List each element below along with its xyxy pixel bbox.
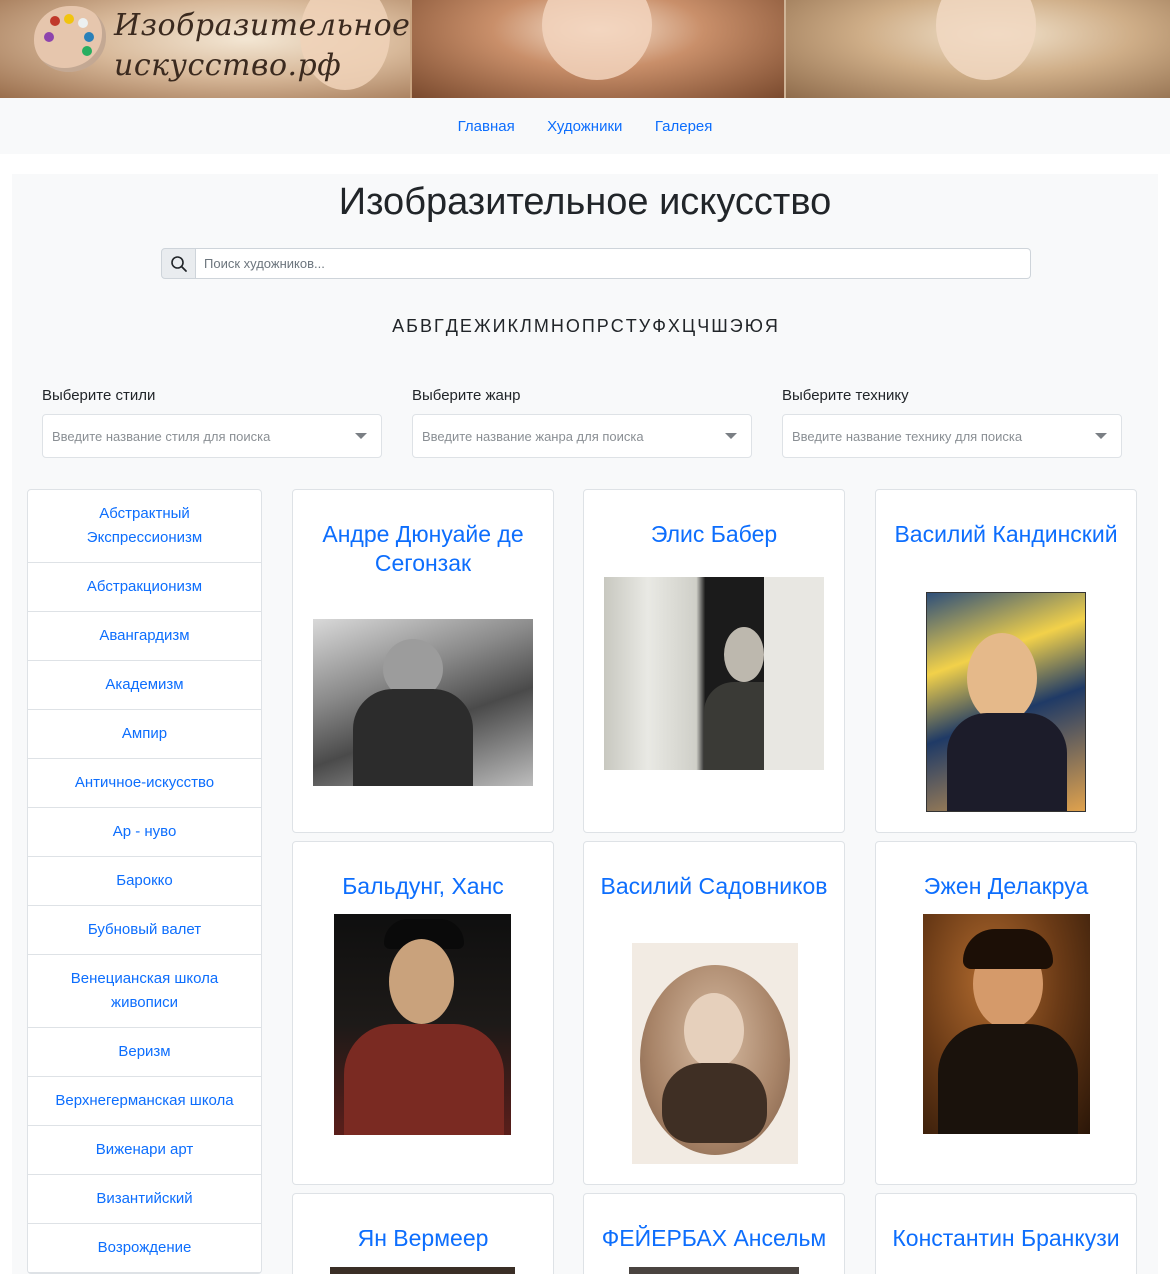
artist-name[interactable]: Ян Вермеер [293,1224,553,1253]
style-list-item[interactable]: Бубновый валет [28,906,261,955]
style-list-item[interactable]: Античное-искусство [28,759,261,808]
chevron-down-icon [725,433,737,439]
alphabet-letter[interactable]: У [639,314,650,338]
technique-filter: Выберите технику Введите название техник… [782,386,1122,458]
banner-artwork-right [786,0,1170,98]
alphabet-letter[interactable]: Г [434,314,444,338]
style-list-item[interactable]: Веризм [28,1028,261,1077]
style-list-item[interactable]: Абстрактный Экспрессионизм [28,490,261,563]
top-navigation: Главная Художники Галерея [0,98,1170,154]
alphabet-letter[interactable]: К [508,314,519,338]
artist-card[interactable]: Бальдунг, Ханс [292,841,554,1185]
alphabet-letter[interactable]: Н [551,314,564,338]
style-list-item[interactable]: Верхнегерманская школа [28,1077,261,1126]
style-list-item[interactable]: Возрождение [28,1224,261,1273]
alphabet-letter[interactable]: Ж [474,314,491,338]
style-select[interactable]: Введите название стиля для поиска [42,414,382,458]
artist-card[interactable]: ФЕЙЕРБАХ Ансельм [583,1193,845,1274]
nav-link-home[interactable]: Главная [458,98,515,156]
alphabet-letter[interactable]: Л [520,314,532,338]
alphabet-letter[interactable]: Э [730,314,743,338]
logo-text: Изобразительное искусство.рф [114,8,411,83]
alphabet-letter[interactable]: Д [446,314,458,338]
style-list-item[interactable]: Барокко [28,857,261,906]
artist-card[interactable]: Константин Бранкузи [875,1193,1137,1274]
alphabet-letter[interactable]: Ц [682,314,695,338]
artist-name[interactable]: ФЕЙЕРБАХ Ансельм [584,1224,844,1253]
alphabet-letter[interactable]: С [611,314,624,338]
style-list-item[interactable]: Византийский [28,1175,261,1224]
artist-card[interactable]: Василий Садовников [583,841,845,1185]
alphabet-letter[interactable]: Е [460,314,472,338]
style-list-item[interactable]: Венецианская школа живописи [28,955,261,1028]
search-icon [161,248,196,279]
artist-name[interactable]: Эжен Делакруа [876,872,1136,901]
artist-card[interactable]: Ян Вермеер [292,1193,554,1274]
chevron-down-icon [1095,433,1107,439]
artist-card[interactable]: Элис Бабер [583,489,845,833]
alphabet-letter[interactable]: Х [668,314,680,338]
nav-link-artists[interactable]: Художники [547,98,622,156]
style-list-item[interactable]: Академизм [28,661,261,710]
style-list-item[interactable]: Авангардизм [28,612,261,661]
genre-filter: Выберите жанр Введите название жанра для… [412,386,752,458]
alphabet-letter[interactable]: А [392,314,404,338]
style-list-item[interactable]: Абстракционизм [28,563,261,612]
artist-name[interactable]: Василий Кандинский [876,520,1136,549]
style-list: Абстрактный Экспрессионизм Абстракциониз… [27,489,262,1274]
style-list-item[interactable]: Ар - нуво [28,808,261,857]
alphabet-letter[interactable]: Ш [711,314,728,338]
site-logo[interactable]: Изобразительное искусство.рф [34,4,411,94]
artist-photo[interactable] [923,914,1090,1134]
page-title: Изобразительное искусство [338,181,832,223]
nav-link-gallery[interactable]: Галерея [655,98,713,156]
genre-select-placeholder: Введите название жанра для поиска [422,429,644,444]
alphabet-letter[interactable]: П [582,314,595,338]
artist-name[interactable]: Андре Дюнуайе де Сегонзак [293,520,553,578]
alphabet-letter[interactable]: Б [406,314,418,338]
alphabet-letter[interactable]: Т [626,314,637,338]
artist-photo[interactable] [330,1267,515,1274]
artist-card[interactable]: Василий Кандинский [875,489,1137,833]
alphabet-letter[interactable]: Ю [745,314,763,338]
chevron-down-icon [355,433,367,439]
alphabet-letter[interactable]: М [534,314,549,338]
artist-photo[interactable] [313,619,533,786]
artist-card[interactable]: Эжен Делакруа [875,841,1137,1185]
artist-photo[interactable] [926,592,1086,812]
style-select-placeholder: Введите название стиля для поиска [52,429,271,444]
artist-name[interactable]: Бальдунг, Ханс [293,872,553,901]
alphabet-letter[interactable]: О [566,314,580,338]
artist-card[interactable]: Андре Дюнуайе де Сегонзак [292,489,554,833]
search-input[interactable] [196,248,1031,279]
artist-name[interactable]: Элис Бабер [584,520,844,549]
alphabet-letter[interactable]: И [493,314,506,338]
alphabet-letter[interactable]: Р [597,314,609,338]
technique-select-placeholder: Введите название технику для поиска [792,429,1023,444]
style-list-item[interactable]: Виженари арт [28,1126,261,1175]
artist-photo[interactable] [629,1267,799,1274]
artist-name[interactable]: Василий Садовников [584,872,844,901]
genre-select[interactable]: Введите название жанра для поиска [412,414,752,458]
palette-icon [34,6,106,72]
technique-filter-label: Выберите технику [782,387,909,404]
artist-photo[interactable] [632,943,798,1164]
technique-select[interactable]: Введите название технику для поиска [782,414,1122,458]
style-filter: Выберите стили Введите название стиля дл… [42,386,382,458]
style-filter-label: Выберите стили [42,387,156,404]
artist-photo[interactable] [604,577,824,770]
alphabet-index: АБВГДЕЖИКЛМНОПРСТУФХЦЧШЭЮЯ [0,314,1170,338]
alphabet-letter[interactable]: Я [765,314,778,338]
genre-filter-label: Выберите жанр [412,387,521,404]
alphabet-letter[interactable]: В [420,314,432,338]
banner-artwork-center [412,0,784,98]
style-list-item[interactable]: Ампир [28,710,261,759]
alphabet-letter[interactable]: Ф [652,314,666,338]
artist-search [161,248,1031,279]
header-banner: Изобразительное искусство.рф [0,0,1170,98]
alphabet-letter[interactable]: Ч [697,314,709,338]
artist-name[interactable]: Константин Бранкузи [876,1224,1136,1253]
artist-photo[interactable] [334,914,511,1135]
